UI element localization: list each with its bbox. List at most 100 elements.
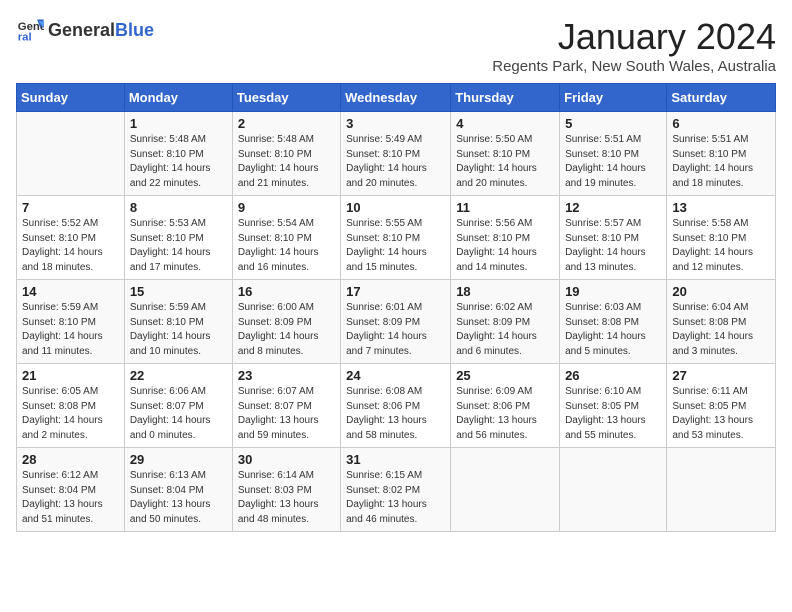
- svg-text:ral: ral: [18, 32, 32, 44]
- day-number: 27: [672, 368, 770, 383]
- calendar-cell: 18 Sunrise: 6:02 AM Sunset: 8:09 PM Dayli…: [451, 280, 560, 364]
- day-detail: Sunrise: 6:13 AM Sunset: 8:04 PM Dayligh…: [130, 469, 227, 527]
- calendar-cell: 15 Sunrise: 5:59 AM Sunset: 8:10 PM Dayli…: [124, 280, 232, 364]
- day-detail: Sunrise: 5:52 AM Sunset: 8:10 PM Dayligh…: [22, 217, 119, 275]
- calendar-cell: 17Sunrise: 6:01 AM Sunset: 8:09 PM Dayli…: [341, 280, 451, 364]
- day-detail: Sunrise: 5:51 AM Sunset: 8:10 PM Dayligh…: [672, 133, 770, 191]
- week-row-2: 7 Sunrise: 5:52 AM Sunset: 8:10 PM Daylig…: [17, 196, 776, 280]
- day-detail: Sunrise: 5:58 AM Sunset: 8:10 PM Dayligh…: [672, 217, 770, 275]
- calendar-cell: 23 Sunrise: 6:07 AM Sunset: 8:07 PM Dayli…: [232, 364, 340, 448]
- week-row-5: 28 Sunrise: 6:12 AM Sunset: 8:04 PM Dayli…: [17, 448, 776, 532]
- day-detail: Sunrise: 6:15 AM Sunset: 8:02 PM Dayligh…: [346, 469, 445, 527]
- day-number: 23: [238, 368, 335, 383]
- calendar-cell: 7 Sunrise: 5:52 AM Sunset: 8:10 PM Daylig…: [17, 196, 125, 280]
- day-number: 9: [238, 200, 335, 215]
- calendar-cell: 22 Sunrise: 6:06 AM Sunset: 8:07 PM Dayli…: [124, 364, 232, 448]
- calendar-cell: 12Sunrise: 5:57 AM Sunset: 8:10 PM Dayli…: [560, 196, 667, 280]
- day-detail: Sunrise: 6:10 AM Sunset: 8:05 PM Dayligh…: [565, 385, 661, 443]
- day-number: 2: [238, 116, 335, 131]
- calendar-cell: 28 Sunrise: 6:12 AM Sunset: 8:04 PM Dayli…: [17, 448, 125, 532]
- day-header-sunday: Sunday: [17, 84, 125, 112]
- calendar-cell: 13 Sunrise: 5:58 AM Sunset: 8:10 PM Dayli…: [667, 196, 776, 280]
- day-detail: Sunrise: 5:55 AM Sunset: 8:10 PM Dayligh…: [346, 217, 445, 275]
- day-header-tuesday: Tuesday: [232, 84, 340, 112]
- day-header-wednesday: Wednesday: [341, 84, 451, 112]
- day-number: 10: [346, 200, 445, 215]
- day-detail: Sunrise: 6:14 AM Sunset: 8:03 PM Dayligh…: [238, 469, 335, 527]
- calendar-cell: [560, 448, 667, 532]
- day-number: 14: [22, 284, 119, 299]
- calendar-cell: 24Sunrise: 6:08 AM Sunset: 8:06 PM Dayli…: [341, 364, 451, 448]
- calendar-cell: 11 Sunrise: 5:56 AM Sunset: 8:10 PM Dayli…: [451, 196, 560, 280]
- calendar-cell: 16Sunrise: 6:00 AM Sunset: 8:09 PM Dayli…: [232, 280, 340, 364]
- day-detail: Sunrise: 5:59 AM Sunset: 8:10 PM Dayligh…: [130, 301, 227, 359]
- day-number: 11: [456, 200, 554, 215]
- day-detail: Sunrise: 5:48 AM Sunset: 8:10 PM Dayligh…: [130, 133, 227, 191]
- day-number: 28: [22, 452, 119, 467]
- day-detail: Sunrise: 6:06 AM Sunset: 8:07 PM Dayligh…: [130, 385, 227, 443]
- day-number: 21: [22, 368, 119, 383]
- calendar-cell: 26 Sunrise: 6:10 AM Sunset: 8:05 PM Dayli…: [560, 364, 667, 448]
- calendar-cell: 4 Sunrise: 5:50 AM Sunset: 8:10 PM Daylig…: [451, 112, 560, 196]
- calendar-cell: 31Sunrise: 6:15 AM Sunset: 8:02 PM Dayli…: [341, 448, 451, 532]
- day-number: 20: [672, 284, 770, 299]
- calendar-cell: 30 Sunrise: 6:14 AM Sunset: 8:03 PM Dayli…: [232, 448, 340, 532]
- day-number: 15: [130, 284, 227, 299]
- day-detail: Sunrise: 5:59 AM Sunset: 8:10 PM Dayligh…: [22, 301, 119, 359]
- day-number: 4: [456, 116, 554, 131]
- week-row-4: 21 Sunrise: 6:05 AM Sunset: 8:08 PM Dayli…: [17, 364, 776, 448]
- day-number: 29: [130, 452, 227, 467]
- calendar-cell: 6 Sunrise: 5:51 AM Sunset: 8:10 PM Daylig…: [667, 112, 776, 196]
- calendar-cell: [451, 448, 560, 532]
- day-number: 16: [238, 284, 335, 299]
- calendar-cell: 3Sunrise: 5:49 AM Sunset: 8:10 PM Daylig…: [341, 112, 451, 196]
- day-detail: Sunrise: 6:05 AM Sunset: 8:08 PM Dayligh…: [22, 385, 119, 443]
- calendar-cell: [667, 448, 776, 532]
- day-detail: Sunrise: 6:09 AM Sunset: 8:06 PM Dayligh…: [456, 385, 554, 443]
- days-header-row: SundayMondayTuesdayWednesdayThursdayFrid…: [17, 84, 776, 112]
- title-block: January 2024 Regents Park, New South Wal…: [492, 16, 776, 75]
- day-detail: Sunrise: 6:07 AM Sunset: 8:07 PM Dayligh…: [238, 385, 335, 443]
- calendar-body: 1 Sunrise: 5:48 AM Sunset: 8:10 PM Daylig…: [17, 112, 776, 532]
- calendar-cell: [17, 112, 125, 196]
- day-number: 12: [565, 200, 661, 215]
- day-number: 26: [565, 368, 661, 383]
- day-detail: Sunrise: 6:04 AM Sunset: 8:08 PM Dayligh…: [672, 301, 770, 359]
- calendar-cell: 2 Sunrise: 5:48 AM Sunset: 8:10 PM Daylig…: [232, 112, 340, 196]
- day-number: 22: [130, 368, 227, 383]
- day-number: 30: [238, 452, 335, 467]
- day-number: 3: [346, 116, 445, 131]
- calendar-cell: 21 Sunrise: 6:05 AM Sunset: 8:08 PM Dayli…: [17, 364, 125, 448]
- logo-icon: Gene ral: [16, 16, 44, 44]
- day-number: 13: [672, 200, 770, 215]
- calendar-cell: 9 Sunrise: 5:54 AM Sunset: 8:10 PM Daylig…: [232, 196, 340, 280]
- day-number: 17: [346, 284, 445, 299]
- logo-blue: Blue: [115, 20, 154, 40]
- location-subtitle: Regents Park, New South Wales, Australia: [492, 58, 776, 75]
- day-detail: Sunrise: 5:48 AM Sunset: 8:10 PM Dayligh…: [238, 133, 335, 191]
- day-number: 18: [456, 284, 554, 299]
- day-number: 7: [22, 200, 119, 215]
- calendar-cell: 19Sunrise: 6:03 AM Sunset: 8:08 PM Dayli…: [560, 280, 667, 364]
- day-detail: Sunrise: 6:12 AM Sunset: 8:04 PM Dayligh…: [22, 469, 119, 527]
- calendar-cell: 1 Sunrise: 5:48 AM Sunset: 8:10 PM Daylig…: [124, 112, 232, 196]
- day-header-saturday: Saturday: [667, 84, 776, 112]
- day-detail: Sunrise: 5:51 AM Sunset: 8:10 PM Dayligh…: [565, 133, 661, 191]
- day-number: 24: [346, 368, 445, 383]
- day-number: 25: [456, 368, 554, 383]
- day-number: 1: [130, 116, 227, 131]
- month-year-title: January 2024: [492, 16, 776, 58]
- calendar-cell: 10 Sunrise: 5:55 AM Sunset: 8:10 PM Dayli…: [341, 196, 451, 280]
- week-row-3: 14 Sunrise: 5:59 AM Sunset: 8:10 PM Dayli…: [17, 280, 776, 364]
- day-detail: Sunrise: 5:56 AM Sunset: 8:10 PM Dayligh…: [456, 217, 554, 275]
- logo: Gene ral GeneralBlue: [16, 16, 154, 44]
- day-detail: Sunrise: 5:50 AM Sunset: 8:10 PM Dayligh…: [456, 133, 554, 191]
- day-number: 6: [672, 116, 770, 131]
- day-detail: Sunrise: 6:03 AM Sunset: 8:08 PM Dayligh…: [565, 301, 661, 359]
- calendar-cell: 5Sunrise: 5:51 AM Sunset: 8:10 PM Daylig…: [560, 112, 667, 196]
- page-header: Gene ral GeneralBlue January 2024 Regent…: [16, 16, 776, 75]
- day-header-thursday: Thursday: [451, 84, 560, 112]
- calendar-cell: 14 Sunrise: 5:59 AM Sunset: 8:10 PM Dayli…: [17, 280, 125, 364]
- day-detail: Sunrise: 6:02 AM Sunset: 8:09 PM Dayligh…: [456, 301, 554, 359]
- day-detail: Sunrise: 5:54 AM Sunset: 8:10 PM Dayligh…: [238, 217, 335, 275]
